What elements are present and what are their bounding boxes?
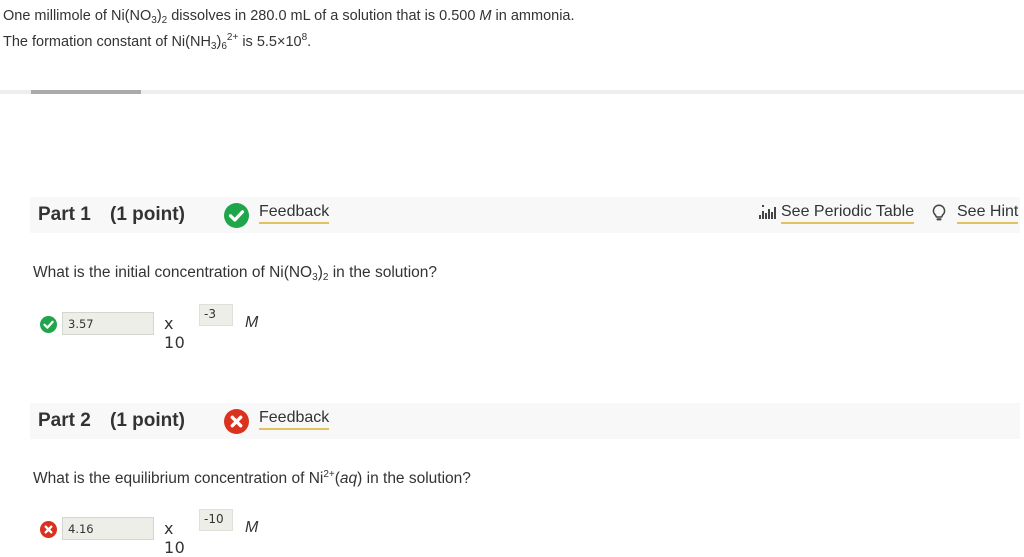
part-1-question: What is the initial concentration of Ni(…	[33, 264, 437, 283]
coefficient-input[interactable]: 4.16	[62, 517, 154, 540]
correct-check-icon	[224, 203, 249, 228]
incorrect-x-icon	[224, 409, 249, 434]
text: is 5.5×10	[238, 34, 302, 50]
problem-line-2: The formation constant of Ni(NH3)62+ is …	[3, 29, 575, 55]
unit-label: M	[245, 519, 259, 536]
feedback-link[interactable]: Feedback	[259, 203, 330, 224]
superscript: 2+	[323, 469, 335, 480]
text: dissolves in 280.0 mL of a solution that…	[167, 8, 480, 24]
see-hint-link[interactable]: See Hint	[957, 203, 1019, 224]
part-1-header: Part 1 (1 point) Feedback See Periodic T…	[30, 197, 1020, 233]
feedback-link[interactable]: Feedback	[259, 409, 330, 430]
superscript: 2+	[226, 32, 239, 43]
text: in the solution?	[328, 264, 437, 281]
lightbulb-icon[interactable]	[932, 204, 946, 222]
see-periodic-table-link[interactable]: See Periodic Table	[781, 203, 915, 224]
exponent-input[interactable]: -10	[199, 509, 233, 531]
times-ten-label: x 10	[164, 519, 186, 557]
incorrect-x-icon	[40, 521, 57, 538]
problem-line-1: One millimole of Ni(NO3)2 dissolves in 2…	[3, 3, 575, 29]
part-2-question: What is the equilibrium concentration of…	[33, 470, 471, 488]
part-title: Part 1	[38, 204, 91, 225]
part-points: (1 point)	[110, 410, 185, 431]
unit: M	[479, 8, 492, 24]
phase-label: aq	[339, 470, 358, 487]
exponent-input[interactable]: -3	[199, 304, 233, 326]
text: One millimole of Ni(NO	[3, 8, 152, 24]
part-title: Part 2	[38, 410, 91, 431]
unit-label: M	[245, 314, 259, 331]
progress-track	[0, 90, 1024, 94]
text: .	[307, 34, 312, 50]
text: What is the initial concentration of Ni(…	[33, 264, 313, 281]
text: ) in the solution?	[357, 470, 471, 487]
coefficient-input[interactable]: 3.57	[62, 312, 154, 335]
part-2-header: Part 2 (1 point) Feedback	[30, 403, 1020, 439]
text: in ammonia.	[491, 8, 575, 24]
text: What is the equilibrium concentration of…	[33, 470, 324, 487]
periodic-table-icon[interactable]	[759, 203, 776, 220]
correct-check-icon	[40, 316, 57, 333]
text: The formation constant of Ni(NH	[3, 34, 211, 50]
progress-fill	[31, 90, 141, 94]
part-points: (1 point)	[110, 204, 185, 225]
times-ten-label: x 10	[164, 314, 186, 352]
problem-statement: One millimole of Ni(NO3)2 dissolves in 2…	[3, 3, 575, 55]
